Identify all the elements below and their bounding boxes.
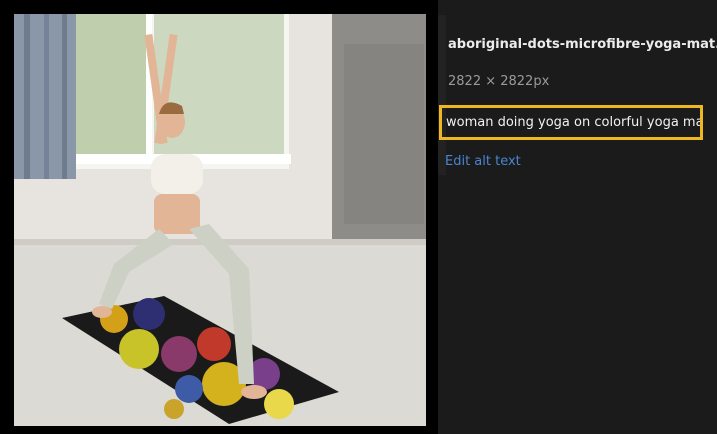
edit-alt-text-link[interactable]: Edit alt text	[445, 154, 521, 169]
alt-text-value[interactable]: woman doing yoga on colorful yoga mat	[439, 105, 703, 140]
image-top-strip	[14, 5, 438, 14]
image-filename: aboriginal-dots-microfibre-yoga-mat.jpg	[448, 37, 717, 52]
image-preview[interactable]	[0, 0, 438, 434]
image-dimensions: 2822 × 2822px	[448, 74, 550, 89]
panel-divider	[438, 15, 446, 175]
yoga-photo-image	[14, 14, 426, 426]
